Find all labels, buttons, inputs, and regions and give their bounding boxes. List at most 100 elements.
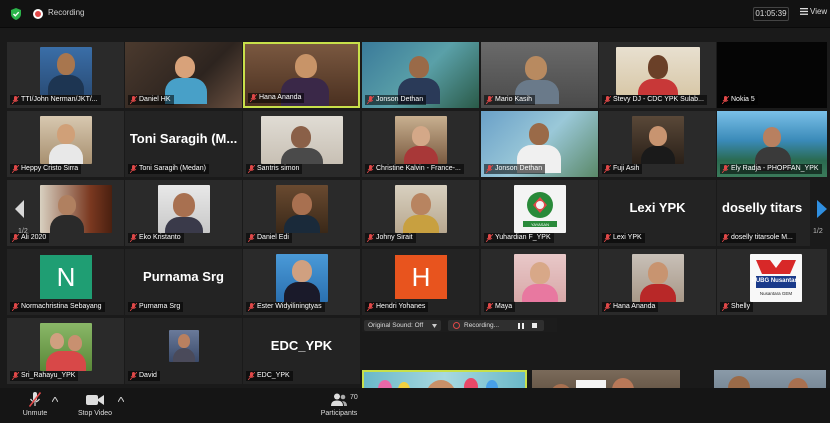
participant-video	[40, 116, 92, 164]
participant-nameplate: Fuji Asih	[602, 164, 643, 174]
participant-nameplate: Maya	[484, 302, 516, 312]
participant-tile[interactable]: Santris simon	[243, 111, 360, 177]
participant-nameplate: Ester Widyiliningtyas	[246, 302, 325, 312]
shield-icon[interactable]	[10, 8, 22, 20]
organization-logo: YAYASAN	[514, 185, 566, 233]
participant-video	[169, 330, 199, 362]
participant-tile[interactable]: Ester Widyiliningtyas	[243, 249, 360, 315]
participant-video	[276, 185, 328, 233]
participant-nameplate: Daniel Edi	[246, 233, 292, 243]
muted-mic-icon	[486, 96, 493, 104]
avatar: N	[40, 255, 92, 299]
muted-mic-icon	[248, 165, 255, 173]
audio-options-caret-icon[interactable]	[52, 397, 58, 402]
muted-mic-icon	[722, 234, 729, 242]
participant-name: Yuhardian F_YPK	[495, 234, 551, 241]
video-camera-icon	[86, 395, 104, 405]
participant-tile[interactable]: Daniel HK	[125, 42, 242, 108]
participant-name: Lexi YPK	[613, 234, 642, 241]
participant-video	[261, 116, 343, 164]
pause-recording-icon[interactable]	[518, 323, 524, 329]
participant-tile[interactable]: YAYASAN Yuhardian F_YPK	[481, 180, 598, 246]
participant-video	[395, 116, 447, 164]
participant-tile[interactable]: N Normachristina Sebayang	[7, 249, 124, 315]
participant-tile[interactable]: Nokia 5	[717, 42, 827, 108]
participant-name: Purnama Srg	[139, 303, 181, 310]
gallery-grid: TTI/John Nerman/JKT/... Daniel HK Hana A…	[0, 28, 830, 388]
muted-microphone-icon	[29, 392, 41, 407]
participant-tile[interactable]: Toni Saragih (M... Toni Saragih (Medan)	[125, 111, 242, 177]
participant-tile[interactable]: Heppy Cristo Sirra	[7, 111, 124, 177]
muted-mic-icon	[722, 303, 729, 311]
participant-name: Mario Kasih	[495, 96, 532, 103]
participant-name: Hana Ananda	[259, 94, 302, 101]
participant-display-name: Lexi YPK	[629, 200, 686, 215]
participant-nameplate: Hendri Yohanes	[365, 302, 429, 312]
muted-mic-icon	[486, 165, 493, 173]
muted-mic-icon	[604, 303, 611, 311]
participant-nameplate: Jonson Dethan	[484, 164, 546, 174]
participant-display-name: Toni Saragih (M...	[129, 131, 238, 146]
participant-nameplate: Hana Ananda	[248, 93, 305, 103]
yayasan-logo-text: YAYASAN	[530, 222, 549, 227]
participant-tile[interactable]: Maya	[481, 249, 598, 315]
participant-nameplate: Sri_Rahayu_YPK	[10, 371, 79, 381]
participant-nameplate: Johny Sirait	[365, 233, 416, 243]
pubg-logo-text: PUBG Nusantara	[751, 278, 801, 284]
recording-label: Recording	[48, 8, 85, 17]
muted-mic-icon	[248, 234, 255, 242]
participant-tile[interactable]: EDC_YPK EDC_YPK	[243, 318, 360, 384]
participant-name: doselly titarsole M...	[731, 234, 793, 241]
participant-name: Stevy DJ - CDC YPK Sulab...	[613, 96, 704, 103]
stop-video-button[interactable]: Stop Video	[72, 392, 118, 417]
participant-tile[interactable]: Jonson Dethan	[481, 111, 598, 177]
chevron-down-icon	[432, 324, 437, 328]
original-sound-toggle[interactable]: Original Sound: Off	[364, 320, 441, 331]
recording-control-bar: Original Sound: Off Recording...	[362, 318, 557, 332]
participant-name: Santris simon	[257, 165, 300, 172]
participant-nameplate: Purnama Srg	[128, 302, 184, 312]
page-indicator-left: 1/2	[18, 228, 28, 235]
participant-tile[interactable]: Johny Sirait	[362, 180, 479, 246]
video-options-caret-icon[interactable]	[118, 397, 124, 402]
view-button[interactable]: View	[800, 7, 827, 16]
unmute-label: Unmute	[22, 410, 48, 417]
participant-tile[interactable]: Hana Ananda	[599, 249, 716, 315]
participant-tile[interactable]: Daniel Edi	[243, 180, 360, 246]
participant-nameplate: Nokia 5	[720, 95, 758, 105]
muted-mic-icon	[250, 94, 257, 102]
participant-tile[interactable]: H Hendri Yohanes	[362, 249, 479, 315]
participant-tile-active-speaker[interactable]: Hana Ananda	[243, 42, 360, 108]
stop-recording-icon[interactable]	[532, 323, 537, 328]
participant-tile[interactable]: David	[125, 318, 242, 384]
muted-mic-icon	[604, 96, 611, 104]
participant-display-name: doselly titars	[722, 200, 803, 215]
participant-tile[interactable]: Eko Kristanto	[125, 180, 242, 246]
page-indicator-right: 1/2	[813, 228, 823, 235]
participant-name: EDC_YPK	[257, 372, 290, 379]
participant-tile[interactable]: PUBG Nusantara Nusantara GEM Shelly	[717, 249, 827, 315]
muted-mic-icon	[12, 303, 19, 311]
next-page-arrow-icon[interactable]	[814, 198, 830, 220]
unmute-button[interactable]: Unmute	[18, 392, 52, 417]
muted-mic-icon	[130, 372, 137, 380]
participant-tile[interactable]: Lexi YPK Lexi YPK	[599, 180, 716, 246]
participant-tile[interactable]: Jonson Dethan	[362, 42, 479, 108]
previous-page-arrow-icon[interactable]	[12, 198, 28, 220]
muted-mic-icon	[722, 165, 729, 173]
participant-name: Maya	[495, 303, 513, 310]
participant-tile[interactable]: Ely Radja - PHOPFAN_YPK	[717, 111, 827, 177]
participant-tile[interactable]: Mario Kasih	[481, 42, 598, 108]
muted-mic-icon	[130, 96, 137, 104]
participant-tile[interactable]: TTI/John Nerman/JKT/...	[7, 42, 124, 108]
participant-tile[interactable]: Stevy DJ - CDC YPK Sulab...	[599, 42, 716, 108]
participant-tile[interactable]: Christine Kalvin - France-...	[362, 111, 479, 177]
participant-tile[interactable]: Sri_Rahayu_YPK	[7, 318, 124, 384]
participant-tile[interactable]: doselly titars doselly titarsole M...	[717, 180, 810, 246]
participant-tile[interactable]: Purnama Srg Purnama Srg	[125, 249, 242, 315]
participant-name: Shelly	[731, 303, 751, 310]
muted-mic-icon	[367, 234, 374, 242]
participant-nameplate: Hana Ananda	[602, 302, 659, 312]
recording-indicator-icon	[33, 9, 43, 19]
participant-tile[interactable]: Fuji Asih	[599, 111, 716, 177]
